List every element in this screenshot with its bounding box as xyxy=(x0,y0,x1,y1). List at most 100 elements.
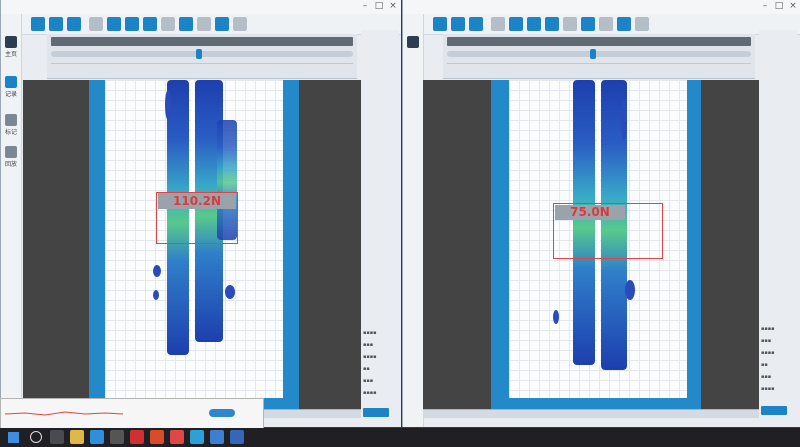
pressure-point xyxy=(153,265,161,277)
title-bar: – □ × xyxy=(403,0,800,15)
table-icon[interactable] xyxy=(491,17,505,31)
sidebar-item-label: 记录 xyxy=(4,91,17,98)
tag-icon xyxy=(5,114,17,126)
insole-icon[interactable] xyxy=(125,17,139,31)
pressure-point xyxy=(225,285,235,299)
pressure-point xyxy=(625,280,635,300)
print-icon[interactable] xyxy=(233,17,247,31)
slider-knob[interactable] xyxy=(195,49,202,59)
save-icon[interactable] xyxy=(49,17,63,31)
force-curve-line xyxy=(5,411,124,416)
status-bar xyxy=(423,409,759,418)
apply-button[interactable] xyxy=(761,406,787,415)
app-icon[interactable] xyxy=(170,430,184,444)
export-icon[interactable] xyxy=(67,17,81,31)
toolbar xyxy=(15,14,401,35)
force-value-label: 110.2N xyxy=(158,193,236,209)
sidebar-item-label: 主页 xyxy=(4,51,17,58)
info-item: ▪▪▪▪ xyxy=(363,354,377,360)
slider-knob[interactable] xyxy=(589,49,596,59)
home-icon xyxy=(407,36,419,48)
app-icon[interactable] xyxy=(230,430,244,444)
export-icon[interactable] xyxy=(469,17,483,31)
open-file-icon[interactable] xyxy=(31,17,45,31)
sidebar-item-record[interactable]: 记录 xyxy=(4,76,18,98)
close-icon[interactable]: × xyxy=(387,1,399,12)
info-item: ▪▪▪▪ xyxy=(363,390,377,396)
info-item: ▪▪ xyxy=(363,366,370,372)
app-icon[interactable] xyxy=(110,430,124,444)
grid-view-icon[interactable] xyxy=(107,17,121,31)
search-icon[interactable] xyxy=(30,431,42,443)
timeline-slider[interactable] xyxy=(447,49,751,59)
chart-icon[interactable] xyxy=(617,17,631,31)
info-panel: ▪▪▪▪ ▪▪▪ ▪▪▪▪ ▪▪ ▪▪▪ ▪▪▪▪ xyxy=(361,30,399,427)
hand-icon[interactable] xyxy=(161,17,175,31)
sidebar-item-label: 标记 xyxy=(4,129,17,136)
force-curve-chart xyxy=(5,411,124,416)
pressure-point xyxy=(553,310,559,324)
app-icon[interactable] xyxy=(210,430,224,444)
info-item: ▪▪▪▪ xyxy=(761,326,775,332)
file-explorer-icon[interactable] xyxy=(70,430,84,444)
info-item: ▪▪▪▪ xyxy=(761,386,775,392)
sidebar xyxy=(403,14,424,427)
settings-icon[interactable] xyxy=(599,17,613,31)
pressure-point xyxy=(621,100,627,140)
overlay-icon[interactable] xyxy=(545,17,559,31)
toolbar xyxy=(417,14,800,35)
close-icon[interactable]: × xyxy=(787,1,799,12)
maximize-icon[interactable]: □ xyxy=(773,1,785,12)
maximize-icon[interactable]: □ xyxy=(373,1,385,12)
zoom-icon[interactable] xyxy=(179,17,193,31)
open-file-icon[interactable] xyxy=(433,17,447,31)
info-item: ▪▪▪ xyxy=(363,342,374,348)
timeline-slider[interactable] xyxy=(51,49,353,59)
sidebar-item-replay[interactable]: 回放 xyxy=(4,146,18,168)
taskbar xyxy=(0,428,800,447)
minimize-icon[interactable]: – xyxy=(759,1,771,12)
right-window: – □ × 75.0N ▪▪▪▪ ▪▪▪ ▪▪▪▪ ▪▪ ▪▪▪ ▪▪▪▪ xyxy=(402,0,800,427)
info-item: ▪▪▪▪ xyxy=(761,350,775,356)
info-item: ▪▪▪ xyxy=(363,378,374,384)
playback-controls xyxy=(47,34,357,79)
task-view-icon[interactable] xyxy=(50,430,64,444)
chart-icon[interactable] xyxy=(215,17,229,31)
print-icon[interactable] xyxy=(635,17,649,31)
replay-icon xyxy=(5,146,17,158)
force-value-label: 75.0N xyxy=(555,205,625,220)
sidebar-item-home[interactable]: 主页 xyxy=(4,36,18,58)
popup-toggle[interactable] xyxy=(209,409,235,417)
hand-icon[interactable] xyxy=(563,17,577,31)
apply-button[interactable] xyxy=(363,408,389,417)
playback-toolbar[interactable] xyxy=(51,37,353,46)
pressure-point xyxy=(153,290,159,300)
title-bar: – □ × xyxy=(1,0,401,15)
edge-icon[interactable] xyxy=(90,430,104,444)
windows-icon[interactable] xyxy=(8,432,19,443)
minimize-icon[interactable]: – xyxy=(359,1,371,12)
frame-info-row xyxy=(447,63,751,72)
info-item: ▪▪▪ xyxy=(761,374,772,380)
info-item: ▪▪▪ xyxy=(761,338,772,344)
browser-icon[interactable] xyxy=(150,430,164,444)
home-icon xyxy=(5,36,17,48)
frame-info-row xyxy=(51,63,353,72)
sidebar-item-tag[interactable]: 标记 xyxy=(4,114,18,136)
playback-toolbar[interactable] xyxy=(447,37,751,46)
pressure-point xyxy=(165,90,171,120)
overlay-icon[interactable] xyxy=(143,17,157,31)
sidebar-item-home[interactable] xyxy=(406,36,420,48)
settings-icon[interactable] xyxy=(197,17,211,31)
grid-view-icon[interactable] xyxy=(509,17,523,31)
app-icon[interactable] xyxy=(190,430,204,444)
info-panel: ▪▪▪▪ ▪▪▪ ▪▪▪▪ ▪▪ ▪▪▪ ▪▪▪▪ xyxy=(759,30,797,427)
record-icon xyxy=(5,76,17,88)
insole-icon[interactable] xyxy=(527,17,541,31)
media-icon[interactable] xyxy=(130,430,144,444)
zoom-icon[interactable] xyxy=(581,17,595,31)
save-icon[interactable] xyxy=(451,17,465,31)
table-icon[interactable] xyxy=(89,17,103,31)
chart-popup xyxy=(0,398,264,430)
system-tray[interactable] xyxy=(560,433,660,442)
